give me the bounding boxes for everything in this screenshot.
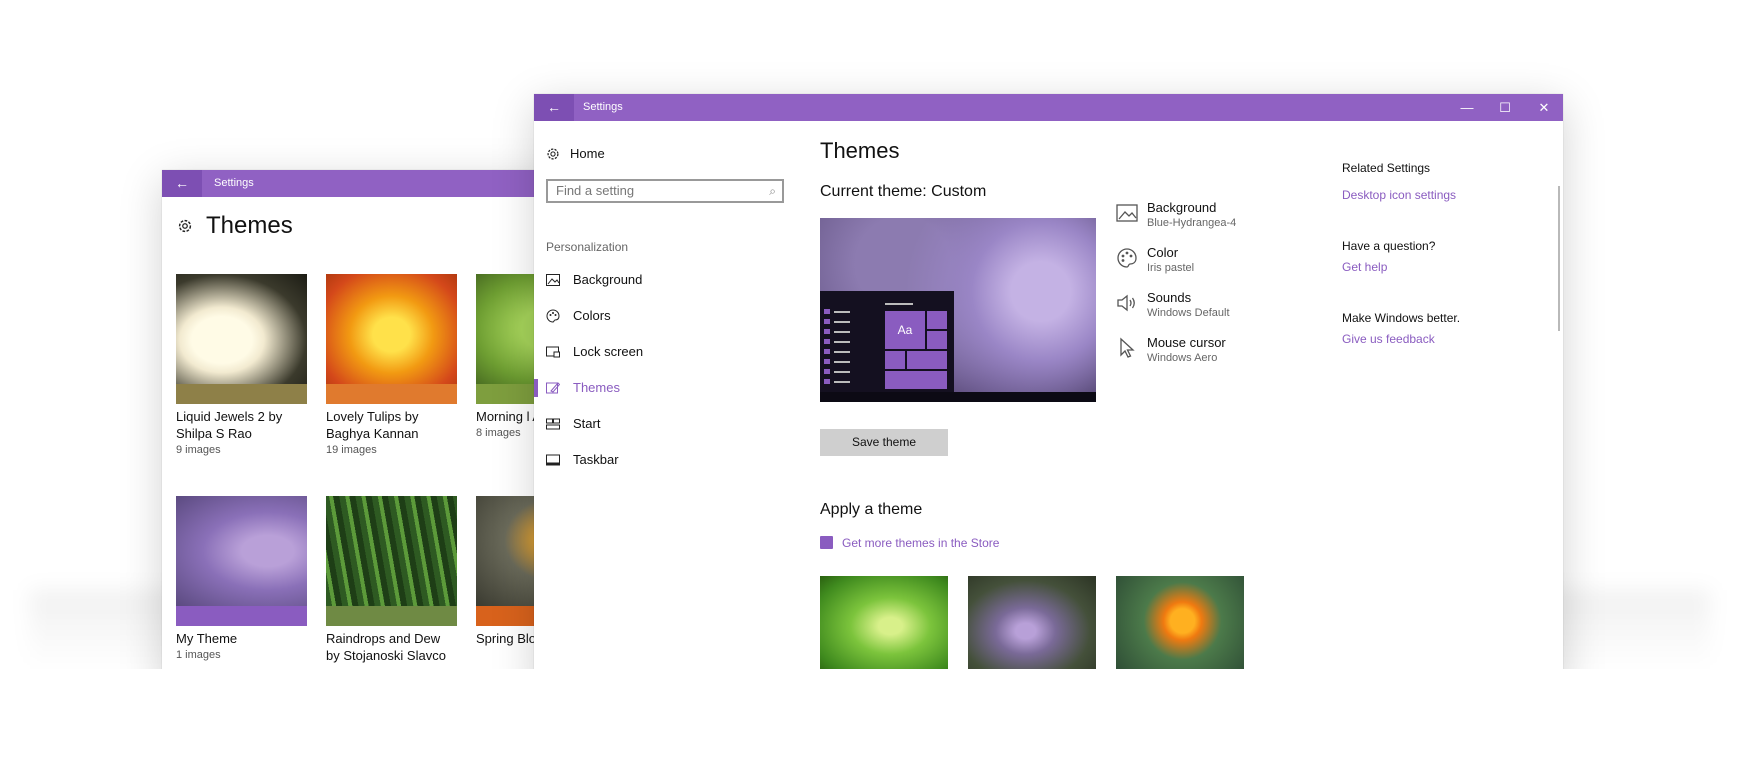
page-title: Themes [176, 212, 293, 240]
maximize-button[interactable]: ☐ [1486, 94, 1524, 121]
start-menu-preview: Aa [820, 291, 954, 402]
property-name: Color [1147, 245, 1179, 260]
window-title: Settings [583, 101, 623, 113]
theme-color-strip [326, 384, 457, 404]
picture-icon [1116, 204, 1138, 222]
theme-color-strip [326, 606, 457, 626]
desktop-icon-settings-link[interactable]: Desktop icon settings [1342, 188, 1456, 202]
sidebar-item-label: Background [573, 272, 643, 287]
window-title: Settings [214, 177, 254, 189]
speaker-icon [1117, 294, 1135, 312]
feedback-heading: Make Windows better. [1342, 311, 1461, 325]
lock-screen-icon [546, 346, 560, 358]
sidebar-item-label: Lock screen [573, 344, 644, 359]
search-icon: ⌕ [769, 184, 776, 198]
theme-color-strip [176, 384, 307, 404]
palette-icon [1117, 248, 1137, 268]
theme-name: Liquid Jewels 2 by Shilpa S Rao [176, 409, 283, 441]
back-arrow-icon[interactable]: ← [534, 94, 574, 121]
sidebar-item-taskbar[interactable]: Taskbar [534, 442, 784, 478]
question-heading: Have a question? [1342, 239, 1436, 253]
themes-icon [546, 382, 560, 394]
property-value: Windows Default [1147, 307, 1230, 319]
scrollbar[interactable] [1558, 186, 1560, 331]
theme-tile[interactable]: Raindrops and Dew by Stojanoski Slavco [326, 496, 457, 666]
minimize-button[interactable]: — [1448, 94, 1486, 121]
theme-name: Lovely Tulips by Baghya Kannan [326, 409, 419, 441]
sidebar-item-label: Taskbar [573, 452, 619, 467]
settings-window-front: ← Settings — ☐ ✕ Home Find a setting ⌕ P… [534, 94, 1563, 694]
property-value: Iris pastel [1147, 262, 1195, 274]
theme-count: 9 images [176, 444, 221, 456]
sidebar-item-lock-screen[interactable]: Lock screen [534, 334, 784, 370]
theme-count: 1 images [176, 649, 221, 661]
property-name: Background [1147, 200, 1217, 215]
sidebar-item-background[interactable]: Background [534, 262, 784, 298]
property-value: Windows Aero [1147, 352, 1218, 364]
search-placeholder: Find a setting [556, 183, 635, 198]
start-icon [546, 418, 560, 430]
store-link-text: Get more themes in the Store [842, 536, 1000, 550]
page-background [0, 669, 1743, 768]
property-name: Sounds [1147, 290, 1192, 305]
cursor-icon [1120, 337, 1135, 358]
property-value: Blue-Hydrangea-4 [1147, 217, 1237, 229]
apply-theme-heading: Apply a theme [820, 501, 923, 518]
apply-theme-tile[interactable] [1116, 576, 1244, 676]
gear-icon [547, 148, 559, 160]
theme-image [176, 496, 307, 606]
search-input[interactable]: Find a setting ⌕ [546, 179, 784, 203]
theme-image [176, 274, 307, 384]
theme-tile[interactable]: Lovely Tulips by Baghya Kannan 19 images [326, 274, 457, 456]
page-title: Themes [820, 138, 900, 163]
theme-count: 19 images [326, 444, 377, 456]
give-feedback-link[interactable]: Give us feedback [1342, 332, 1435, 346]
theme-preview: Aa [820, 218, 1096, 402]
sidebar-item-colors[interactable]: Colors [534, 298, 784, 334]
sidebar-item-label: Start [573, 416, 601, 431]
related-settings-heading: Related Settings [1342, 161, 1431, 175]
sidebar-item-themes[interactable]: Themes [534, 370, 784, 406]
theme-image [326, 274, 457, 384]
current-theme-heading: Current theme: Custom [820, 183, 987, 200]
property-name: Mouse cursor [1147, 335, 1226, 350]
picture-icon [546, 274, 560, 286]
theme-color-strip [176, 606, 307, 626]
palette-icon [546, 309, 560, 323]
sidebar-item-start[interactable]: Start [534, 406, 784, 442]
theme-name: Raindrops and Dew by Stojanoski Slavco [326, 631, 446, 663]
sidebar-item-label: Themes [573, 380, 620, 395]
theme-name: My Theme [176, 631, 238, 646]
nav-home-label: Home [570, 146, 605, 161]
back-arrow-icon[interactable]: ← [162, 170, 202, 197]
nav-home[interactable]: Home [546, 146, 605, 161]
theme-image [1116, 576, 1244, 676]
apply-theme-tile[interactable] [820, 576, 948, 676]
page-title-text: Themes [206, 212, 293, 239]
theme-image [968, 576, 1096, 676]
save-theme-button[interactable]: Save theme [820, 429, 948, 456]
active-indicator [534, 379, 538, 397]
sidebar-item-label: Colors [573, 308, 611, 323]
close-button[interactable]: ✕ [1525, 94, 1563, 121]
theme-tile[interactable]: Liquid Jewels 2 by Shilpa S Rao 9 images [176, 274, 307, 456]
title-bar: ← Settings — ☐ ✕ [534, 94, 1563, 121]
theme-image [820, 576, 948, 676]
store-link[interactable]: Get more themes in the Store [820, 536, 999, 550]
theme-tile[interactable]: My Theme 1 images [176, 496, 307, 661]
get-help-link[interactable]: Get help [1342, 260, 1387, 274]
theme-image [326, 496, 457, 606]
nav-section-label: Personalization [546, 240, 629, 254]
taskbar-icon [546, 454, 560, 466]
preview-sample-text: Aa [885, 311, 925, 349]
gear-icon [178, 219, 192, 233]
store-bag-icon [820, 536, 833, 549]
apply-theme-tile[interactable] [968, 576, 1096, 676]
taskbar-preview [820, 392, 1096, 402]
